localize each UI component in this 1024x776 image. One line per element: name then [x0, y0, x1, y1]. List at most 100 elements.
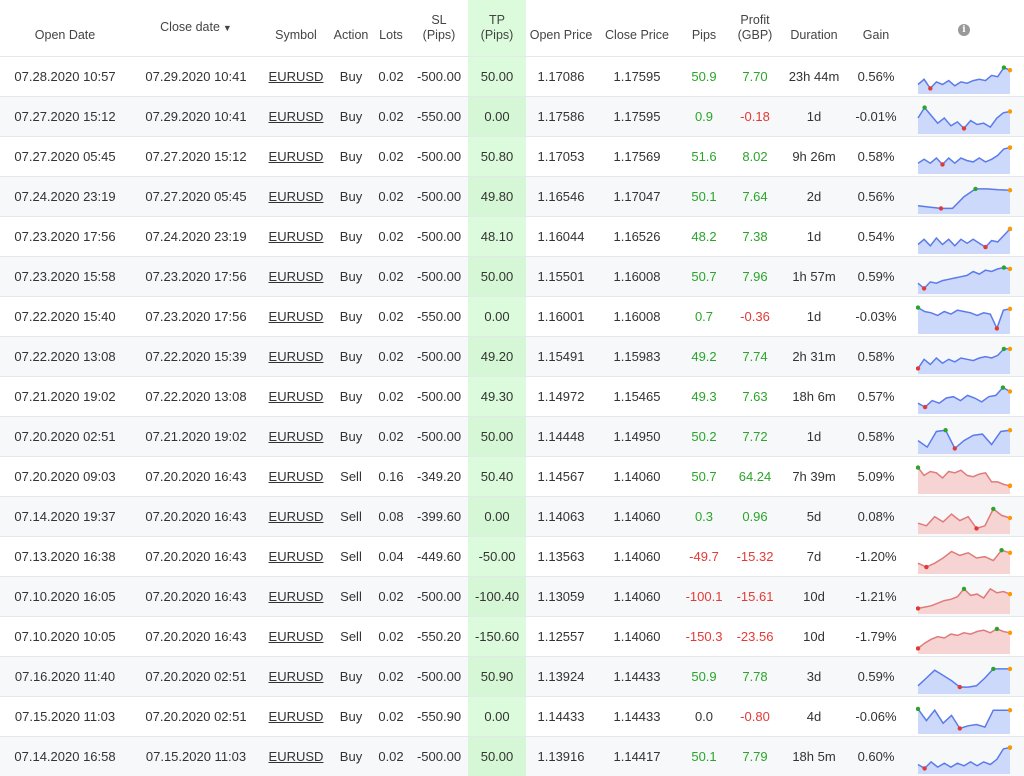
header-profit[interactable]: Profit(GBP)	[730, 0, 780, 57]
cell-symbol-value[interactable]: EURUSD	[269, 669, 324, 684]
info-icon[interactable]: i	[958, 24, 970, 36]
cell-symbol-value[interactable]: EURUSD	[269, 149, 324, 164]
header-duration[interactable]: Duration	[780, 0, 848, 57]
trade-sparkline[interactable]	[916, 462, 1012, 494]
cell-sparkline[interactable]	[904, 137, 1024, 177]
cell-sparkline[interactable]	[904, 417, 1024, 457]
cell-symbol-value[interactable]: EURUSD	[269, 549, 324, 564]
cell-action-value: Sell	[340, 549, 362, 564]
cell-sparkline[interactable]	[904, 337, 1024, 377]
table-row[interactable]: 07.24.2020 23:1907.27.2020 05:45EURUSDBu…	[0, 177, 1024, 217]
cell-symbol-value[interactable]: EURUSD	[269, 429, 324, 444]
table-row[interactable]: 07.23.2020 17:5607.24.2020 23:19EURUSDBu…	[0, 217, 1024, 257]
header-tp[interactable]: TP(Pips)	[468, 0, 526, 57]
cell-pips: 49.3	[678, 377, 730, 417]
cell-symbol-value[interactable]: EURUSD	[269, 509, 324, 524]
trade-sparkline[interactable]	[916, 622, 1012, 654]
cell-symbol-value[interactable]: EURUSD	[269, 749, 324, 764]
table-row[interactable]: 07.20.2020 09:0307.20.2020 16:43EURUSDSe…	[0, 457, 1024, 497]
cell-symbol-value[interactable]: EURUSD	[269, 109, 324, 124]
table-row[interactable]: 07.28.2020 10:5707.29.2020 10:41EURUSDBu…	[0, 57, 1024, 97]
cell-symbol-value[interactable]: EURUSD	[269, 229, 324, 244]
cell-close-date-value: 07.20.2020 16:43	[145, 629, 246, 644]
header-pips[interactable]: Pips	[678, 0, 730, 57]
cell-close-date-value: 07.20.2020 16:43	[145, 549, 246, 564]
trade-sparkline[interactable]	[916, 302, 1012, 334]
table-row[interactable]: 07.27.2020 05:4507.27.2020 15:12EURUSDBu…	[0, 137, 1024, 177]
cell-sparkline[interactable]	[904, 257, 1024, 297]
cell-open-date-value: 07.23.2020 15:58	[14, 269, 115, 284]
header-close-date[interactable]: Close date▼	[130, 0, 262, 57]
cell-symbol-value[interactable]: EURUSD	[269, 709, 324, 724]
cell-sparkline[interactable]	[904, 97, 1024, 137]
sparkline-max-marker	[995, 626, 999, 630]
header-open-date[interactable]: Open Date	[0, 0, 130, 57]
cell-sparkline[interactable]	[904, 617, 1024, 657]
trade-sparkline[interactable]	[916, 382, 1012, 414]
cell-sl-value: -550.00	[417, 309, 461, 324]
cell-symbol-value[interactable]: EURUSD	[269, 349, 324, 364]
trade-sparkline[interactable]	[916, 422, 1012, 454]
table-row[interactable]: 07.22.2020 15:4007.23.2020 17:56EURUSDBu…	[0, 297, 1024, 337]
header-close-price[interactable]: Close Price	[596, 0, 678, 57]
table-row[interactable]: 07.16.2020 11:4007.20.2020 02:51EURUSDBu…	[0, 657, 1024, 697]
header-action[interactable]: Action	[330, 0, 372, 57]
table-row[interactable]: 07.10.2020 16:0507.20.2020 16:43EURUSDSe…	[0, 577, 1024, 617]
cell-sparkline[interactable]	[904, 577, 1024, 617]
table-row[interactable]: 07.14.2020 16:5807.15.2020 11:03EURUSDBu…	[0, 737, 1024, 776]
cell-symbol: EURUSD	[262, 57, 330, 97]
table-row[interactable]: 07.27.2020 15:1207.29.2020 10:41EURUSDBu…	[0, 97, 1024, 137]
trade-sparkline[interactable]	[916, 142, 1012, 174]
cell-sparkline[interactable]	[904, 537, 1024, 577]
trade-sparkline[interactable]	[916, 662, 1012, 694]
trade-sparkline[interactable]	[916, 742, 1012, 774]
cell-symbol-value[interactable]: EURUSD	[269, 469, 324, 484]
table-row[interactable]: 07.15.2020 11:0307.20.2020 02:51EURUSDBu…	[0, 697, 1024, 737]
header-symbol[interactable]: Symbol	[262, 0, 330, 57]
cell-profit-value: 7.72	[742, 429, 767, 444]
table-row[interactable]: 07.21.2020 19:0207.22.2020 13:08EURUSDBu…	[0, 377, 1024, 417]
table-row[interactable]: 07.22.2020 13:0807.22.2020 15:39EURUSDBu…	[0, 337, 1024, 377]
header-open-price[interactable]: Open Price	[526, 0, 596, 57]
cell-symbol-value[interactable]: EURUSD	[269, 269, 324, 284]
cell-action: Buy	[330, 417, 372, 457]
table-row[interactable]: 07.20.2020 02:5107.21.2020 19:02EURUSDBu…	[0, 417, 1024, 457]
cell-symbol-value[interactable]: EURUSD	[269, 629, 324, 644]
table-row[interactable]: 07.13.2020 16:3807.20.2020 16:43EURUSDSe…	[0, 537, 1024, 577]
cell-sparkline[interactable]	[904, 737, 1024, 776]
trade-sparkline[interactable]	[916, 342, 1012, 374]
table-row[interactable]: 07.14.2020 19:3707.20.2020 16:43EURUSDSe…	[0, 497, 1024, 537]
cell-symbol-value[interactable]: EURUSD	[269, 69, 324, 84]
cell-lots-value: 0.02	[378, 149, 403, 164]
header-sl[interactable]: SL(Pips)	[410, 0, 468, 57]
cell-symbol-value[interactable]: EURUSD	[269, 189, 324, 204]
cell-sparkline[interactable]	[904, 177, 1024, 217]
trade-sparkline[interactable]	[916, 182, 1012, 214]
header-gain[interactable]: Gain	[848, 0, 904, 57]
trade-sparkline[interactable]	[916, 502, 1012, 534]
cell-sparkline[interactable]	[904, 377, 1024, 417]
table-row[interactable]: 07.23.2020 15:5807.23.2020 17:56EURUSDBu…	[0, 257, 1024, 297]
cell-sparkline[interactable]	[904, 297, 1024, 337]
cell-symbol-value[interactable]: EURUSD	[269, 589, 324, 604]
cell-sparkline[interactable]	[904, 217, 1024, 257]
trade-sparkline[interactable]	[916, 262, 1012, 294]
trade-sparkline[interactable]	[916, 222, 1012, 254]
cell-sparkline[interactable]	[904, 657, 1024, 697]
trade-sparkline[interactable]	[916, 702, 1012, 734]
cell-sparkline[interactable]	[904, 697, 1024, 737]
trade-sparkline[interactable]	[916, 582, 1012, 614]
cell-sparkline[interactable]	[904, 57, 1024, 97]
cell-sparkline[interactable]	[904, 457, 1024, 497]
cell-symbol-value[interactable]: EURUSD	[269, 389, 324, 404]
table-row[interactable]: 07.10.2020 10:0507.20.2020 16:43EURUSDSe…	[0, 617, 1024, 657]
trade-sparkline[interactable]	[916, 102, 1012, 134]
header-info[interactable]: i	[904, 0, 1024, 57]
cell-profit-value: 7.78	[742, 669, 767, 684]
header-lots[interactable]: Lots	[372, 0, 410, 57]
cell-symbol-value[interactable]: EURUSD	[269, 309, 324, 324]
cell-pips-value: 50.9	[691, 69, 716, 84]
trade-sparkline[interactable]	[916, 62, 1012, 94]
cell-sparkline[interactable]	[904, 497, 1024, 537]
trade-sparkline[interactable]	[916, 542, 1012, 574]
